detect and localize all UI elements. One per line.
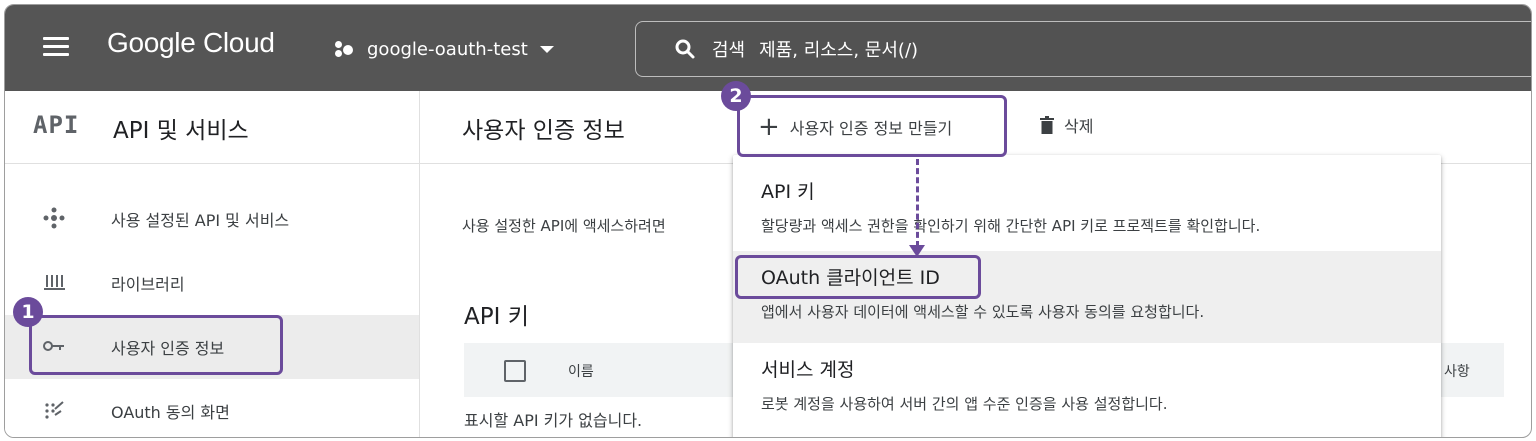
delete-label: 삭제 [1064, 117, 1094, 136]
column-header-note: 사항 [1444, 364, 1470, 380]
sidebar-item-label: 사용 설정된 API 및 서비스 [111, 211, 290, 230]
select-all-checkbox[interactable] [504, 360, 526, 382]
highlight-box-credentials [29, 315, 283, 375]
intro-text: 사용 설정한 API에 액세스하려면 [462, 217, 666, 235]
highlight-box-oauth-client [735, 255, 981, 299]
menu-item-title: 서비스 계정 [761, 359, 855, 381]
hamburger-menu-icon[interactable] [43, 37, 69, 57]
sidebar-item-enabled-apis[interactable]: 사용 설정된 API 및 서비스 [5, 187, 419, 251]
column-header-name: 이름 [568, 364, 594, 380]
api-keys-heading: API 키 [464, 304, 529, 330]
library-icon [44, 275, 65, 290]
sidebar-title: API 및 서비스 [113, 118, 249, 144]
sidebar-item-label: 라이브러리 [111, 275, 185, 294]
consent-icon [45, 401, 64, 419]
top-bar: Google Cloud google-oauth-test 검색 제품, 리소… [5, 5, 1531, 91]
menu-item-api-key[interactable]: API 키 할당량과 액세스 권한을 확인하기 위해 간단한 API 키로 프로… [733, 155, 1441, 247]
step-badge-1: 1 [13, 297, 43, 327]
menu-item-service-account[interactable]: 서비스 계정 로봇 계정을 사용하여 서버 간의 앱 수준 인증을 사용 설정합… [733, 343, 1441, 435]
menu-item-title: API 키 [761, 181, 815, 203]
search-placeholder: 제품, 리소스, 문서(/) [759, 40, 919, 61]
google-cloud-logo[interactable]: Google Cloud [107, 27, 275, 59]
step-badge-2: 2 [721, 81, 751, 111]
empty-state-text: 표시할 API 키가 없습니다. [464, 411, 643, 430]
project-dots-icon [335, 39, 357, 59]
diamond-icon [43, 207, 65, 229]
sidebar-item-library[interactable]: 라이브러리 [5, 251, 419, 315]
search-icon [675, 39, 695, 59]
menu-item-desc: 할당량과 액세스 권한을 확인하기 위해 간단한 API 키로 프로젝트를 확인… [761, 217, 1261, 235]
api-logo-icon: API [33, 111, 80, 139]
project-name: google-oauth-test [367, 38, 528, 60]
sidebar: API API 및 서비스 사용 설정된 API 및 서비스 라이브러리 사용자… [5, 91, 420, 437]
delete-button[interactable]: 삭제 [1040, 113, 1093, 137]
chevron-down-icon [539, 45, 554, 53]
page-title: 사용자 인증 정보 [462, 118, 625, 144]
menu-item-desc: 앱에서 사용자 데이터에 액세스할 수 있도록 사용자 동의를 요청합니다. [761, 303, 1205, 321]
dashed-connector-line [916, 159, 919, 247]
sidebar-item-oauth-consent[interactable]: OAuth 동의 화면 [5, 379, 419, 437]
menu-item-desc: 로봇 계정을 사용하여 서버 간의 앱 수준 인증을 사용 설정합니다. [761, 395, 1168, 413]
sidebar-item-label: OAuth 동의 화면 [111, 403, 230, 422]
highlight-box-create [737, 95, 1007, 157]
search-bar[interactable]: 검색 제품, 리소스, 문서(/) [635, 21, 1531, 77]
screenshot-frame: Google Cloud google-oauth-test 검색 제품, 리소… [4, 4, 1532, 438]
project-selector[interactable]: google-oauth-test [335, 35, 554, 63]
sidebar-header: API API 및 서비스 [5, 91, 419, 164]
search-label: 검색 [712, 40, 746, 61]
trash-icon [1040, 116, 1054, 134]
